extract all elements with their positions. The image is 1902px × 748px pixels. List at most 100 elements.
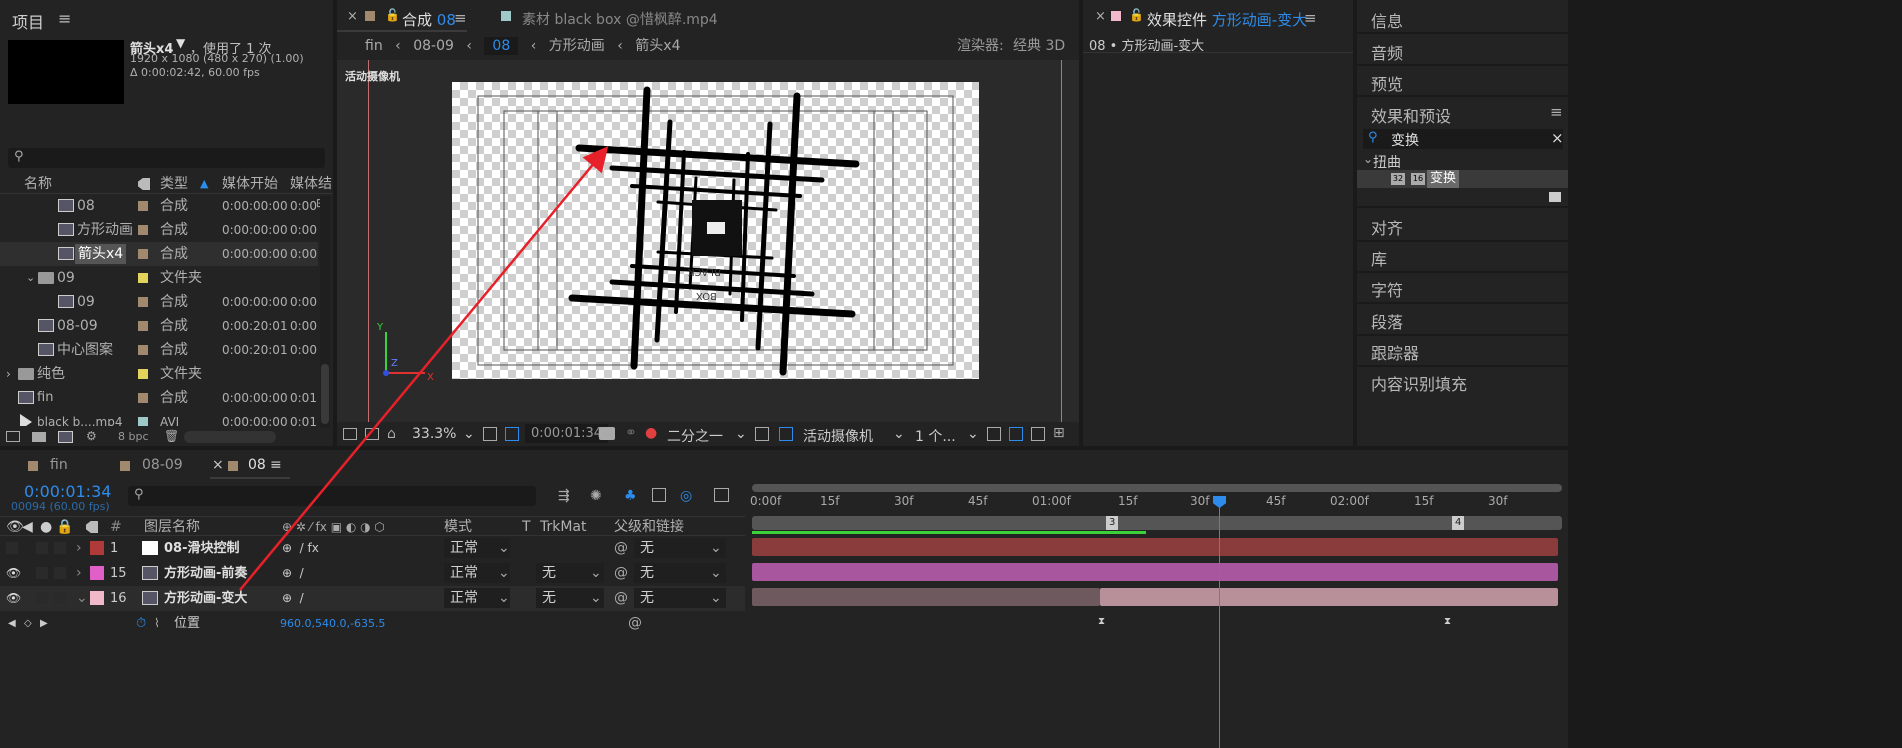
next-keyframe-icon[interactable]: ▶ [40, 611, 48, 636]
playhead[interactable] [1219, 498, 1220, 748]
new-bin-icon[interactable] [1549, 192, 1561, 202]
lock-toggle[interactable] [54, 542, 66, 554]
motion-blur-icon[interactable]: ◎ [680, 488, 692, 504]
panel-library[interactable]: 库 [1371, 246, 1387, 270]
menu-icon[interactable]: ≡ [1550, 103, 1563, 121]
solo-toggle[interactable] [36, 567, 48, 579]
current-timecode[interactable]: 0:00:01:34 [24, 482, 111, 501]
effect-result-row[interactable]: 32 16 变换 [1357, 170, 1568, 188]
layer-bar-1[interactable] [752, 538, 1558, 556]
chevron-down-icon[interactable]: ⌄ [498, 536, 510, 561]
always-preview-icon[interactable] [343, 428, 357, 440]
layer-row[interactable]: › 1 08-滑块控制 ⊕ / fx 正常 ⌄ @ 无 ⌄ [0, 536, 745, 561]
comp-canvas[interactable]: BLACK BOX [452, 82, 979, 379]
label-swatch[interactable] [90, 541, 104, 555]
frame-blending-icon[interactable] [652, 488, 666, 502]
solo-toggle[interactable] [36, 542, 48, 554]
layer-name[interactable]: 08-滑块控制 [164, 536, 240, 561]
list-item[interactable]: 09 合成 0:00:00:00 0:00 [0, 290, 318, 314]
eye-icon[interactable]: 👁 [6, 586, 21, 611]
tab-footage[interactable]: 素材 black box @惜枫醉.mp4 [522, 9, 718, 29]
list-item[interactable]: 方形动画 合成 0:00:00:00 0:00 [0, 218, 318, 242]
chevron-right-icon[interactable]: › [6, 362, 11, 386]
effects-tab[interactable]: 效果控件 方形动画-变大 [1147, 9, 1307, 30]
lock-icon[interactable]: 🔒 [56, 517, 73, 537]
col-mode[interactable]: 模式 [444, 517, 472, 537]
views-dropdown[interactable]: 1 个... [915, 426, 956, 446]
panel-paragraph[interactable]: 段落 [1371, 309, 1403, 333]
eye-icon[interactable]: 👁 [6, 561, 21, 586]
solo-toggle[interactable] [36, 592, 48, 604]
scrollbar[interactable] [320, 196, 330, 428]
viewer[interactable]: 活动摄像机 BLACK BOX Y Z X [337, 60, 1079, 422]
label-icon[interactable] [86, 521, 98, 533]
monitor-icon[interactable] [365, 428, 379, 440]
chevron-down-icon[interactable]: ⌄ [967, 426, 979, 442]
marker-3[interactable]: 3 [1106, 516, 1119, 530]
col-name[interactable]: 名称 [24, 174, 52, 194]
new-folder-icon[interactable] [32, 432, 46, 442]
layer-search-input[interactable]: ⚲ [128, 486, 536, 506]
draft-3d-icon[interactable] [1009, 427, 1023, 441]
close-icon[interactable]: × [347, 9, 358, 24]
timeline-tab-fin[interactable]: fin [28, 456, 108, 478]
col-parent[interactable]: 父级和链接 [614, 517, 684, 537]
list-item[interactable]: › 纯色 文件夹 [0, 362, 318, 386]
chevron-down-icon[interactable]: ⌄ [893, 426, 905, 442]
chevron-down-icon[interactable]: ⌄ [710, 586, 722, 611]
solo-icon[interactable]: ● [40, 517, 52, 537]
chevron-down-icon[interactable]: ⌄ [1363, 152, 1373, 166]
graph-editor-icon[interactable] [714, 488, 729, 502]
chevron-down-icon[interactable]: ⌄ [463, 426, 475, 442]
panel-effects-presets[interactable]: 效果和预设 [1371, 103, 1451, 127]
trash-icon[interactable]: 🗑 [164, 429, 179, 443]
add-keyframe-icon[interactable]: ◇ [24, 611, 32, 636]
panel-info[interactable]: 信息 [1371, 8, 1403, 32]
col-trkmat[interactable]: TrkMat [540, 517, 587, 537]
chevron-down-icon[interactable]: ⌄ [26, 266, 35, 290]
chevron-down-icon[interactable]: ⌄ [590, 586, 602, 611]
chevron-down-icon[interactable]: ⌄ [735, 426, 747, 442]
parent-pickwhip-icon[interactable]: @ [614, 561, 628, 586]
region-icon[interactable] [505, 427, 519, 441]
marker-4[interactable]: 4 [1452, 516, 1465, 530]
timeline-tab-08-09[interactable]: 08-09 [120, 456, 200, 478]
panel-align[interactable]: 对齐 [1371, 215, 1403, 239]
parent-pickwhip-icon[interactable]: @ [614, 586, 628, 611]
label-swatch[interactable] [90, 566, 104, 580]
col-type[interactable]: 类型 [160, 174, 188, 194]
lock-toggle[interactable] [54, 567, 66, 579]
project-settings-icon[interactable]: ⚙ [86, 429, 97, 443]
crumb-arrows[interactable]: 箭头x4 [635, 38, 680, 54]
audio-icon[interactable]: ◀ [22, 517, 33, 537]
chevron-down-icon[interactable]: ⌄ [498, 586, 510, 611]
crumb-fin[interactable]: fin [365, 38, 383, 54]
chevron-right-icon[interactable]: › [76, 561, 82, 586]
panel-audio[interactable]: 音频 [1371, 40, 1403, 64]
project-search-input[interactable]: ⚲ [8, 148, 325, 168]
list-item[interactable]: ⌄ 09 文件夹 [0, 266, 318, 290]
list-item-selected[interactable]: 箭头x4 合成 0:00:00:00 0:00 [0, 242, 318, 266]
parent-pickwhip-icon[interactable]: @ [614, 536, 628, 561]
label-swatch[interactable] [90, 591, 104, 605]
panel-character[interactable]: 字符 [1371, 277, 1403, 301]
shy-layers-icon[interactable]: ♣ [624, 488, 637, 504]
chevron-down-icon[interactable]: ⌄ [498, 561, 510, 586]
timeline-tab-08[interactable]: × 08 ≡ [210, 456, 310, 478]
col-layer-name[interactable]: 图层名称 [144, 517, 200, 537]
col-media-start[interactable]: 媒体开始 [222, 174, 278, 194]
chevron-down-icon[interactable]: ▼ [176, 36, 185, 50]
category-distort[interactable]: 扭曲 [1373, 152, 1401, 172]
chevron-down-icon[interactable]: ⌄ [76, 586, 88, 611]
crumb-08-09[interactable]: 08-09 [413, 38, 454, 54]
interpret-footage-icon[interactable] [6, 431, 20, 442]
keyframe-1[interactable]: ⧗ [1098, 616, 1105, 627]
prev-keyframe-icon[interactable]: ◀ [8, 611, 16, 636]
panel-tracker[interactable]: 跟踪器 [1371, 340, 1419, 364]
time-ruler[interactable]: 0:00f 15f 30f 45f 01:00f 15f 30f 45f 02:… [748, 484, 1566, 514]
layer-name[interactable]: 方形动画-前奏 [164, 561, 247, 586]
close-icon[interactable]: × [1551, 129, 1564, 147]
bpc-label[interactable]: 8 bpc [118, 430, 149, 443]
renderer-value[interactable]: 经典 3D [1013, 35, 1065, 55]
color-channel-icon[interactable]: ● [645, 425, 657, 441]
